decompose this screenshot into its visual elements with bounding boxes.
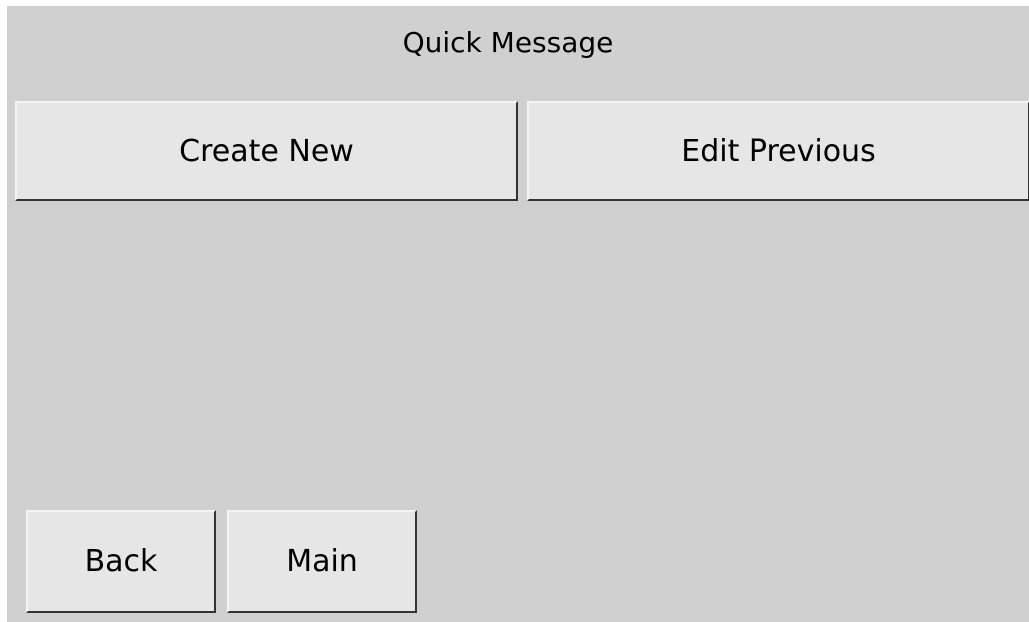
back-button[interactable]: Back bbox=[26, 510, 216, 613]
back-label: Back bbox=[84, 544, 158, 579]
quick-message-screen: Quick Message Create New Edit Previous B… bbox=[7, 6, 1029, 622]
main-label: Main bbox=[286, 544, 358, 579]
edit-previous-label: Edit Previous bbox=[681, 133, 876, 169]
page-title: Quick Message bbox=[402, 26, 614, 59]
edit-previous-button[interactable]: Edit Previous bbox=[527, 101, 1029, 201]
create-new-button[interactable]: Create New bbox=[15, 101, 518, 201]
create-new-label: Create New bbox=[179, 133, 354, 169]
main-button[interactable]: Main bbox=[227, 510, 417, 613]
